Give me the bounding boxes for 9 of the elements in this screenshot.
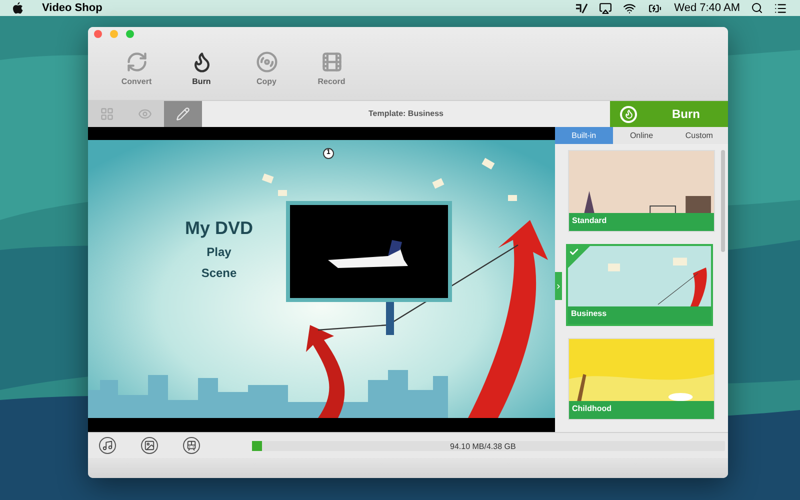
apple-icon[interactable]	[13, 2, 23, 14]
battery-icon[interactable]	[647, 2, 664, 14]
notification-list-icon[interactable]	[774, 2, 787, 14]
menu-bar-clock[interactable]: Wed 7:40 AM	[674, 0, 740, 16]
search-icon[interactable]	[751, 2, 763, 14]
app-menu-title[interactable]: Video Shop	[42, 0, 102, 16]
wifi-icon[interactable]	[623, 2, 636, 14]
status-app-icon[interactable]	[575, 2, 588, 14]
airplay-icon[interactable]	[599, 2, 612, 14]
